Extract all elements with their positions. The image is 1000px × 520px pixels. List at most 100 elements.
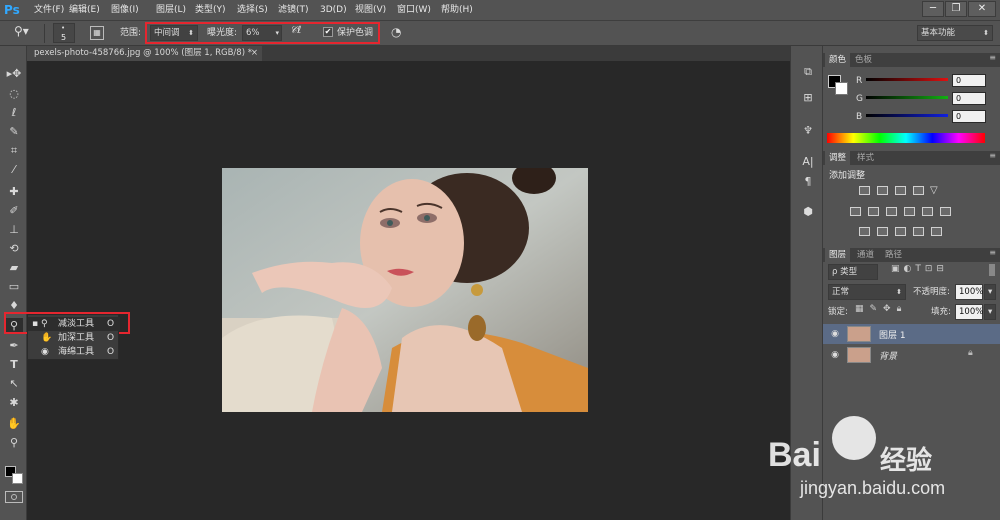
tab-paths[interactable]: 路径 <box>881 248 906 262</box>
tab-layers[interactable]: 图层 <box>825 248 851 262</box>
eye-icon[interactable]: ◉ <box>829 350 841 360</box>
airbrush-icon[interactable]: 𝒞ℓ <box>290 25 312 41</box>
tab-adjustments[interactable]: 调整 <box>825 151 851 165</box>
flyout-dodge-tool[interactable]: ▪ ⚲ 减淡工具 O <box>28 317 120 331</box>
zoom-tool-icon[interactable]: ⚲ <box>5 435 23 451</box>
vibrance-icon[interactable]: ▽ <box>930 185 938 196</box>
paragraph-panel-icon[interactable]: ¶ <box>799 174 817 190</box>
color-spectrum-ramp[interactable] <box>827 133 985 143</box>
eraser-tool-icon[interactable]: ▰ <box>5 260 23 276</box>
opacity-dropdown[interactable]: ▾ <box>984 284 996 300</box>
flyout-burn-tool[interactable]: ✋ 加深工具 O <box>28 331 120 345</box>
opacity-input[interactable]: 100% <box>955 284 983 300</box>
menu-image[interactable]: 图像(I) <box>111 0 139 20</box>
panel-menu-icon[interactable]: ≡ <box>989 53 996 62</box>
quick-selection-tool-icon[interactable]: ✎ <box>5 124 23 140</box>
channel-r-slider[interactable] <box>866 78 948 81</box>
range-select[interactable]: 中间调 ⬍ <box>150 25 198 41</box>
hand-tool-icon[interactable]: ✋ <box>5 416 23 432</box>
menu-window[interactable]: 窗口(W) <box>397 0 431 20</box>
menu-help[interactable]: 帮助(H) <box>441 0 473 20</box>
protect-tones-checkbox[interactable]: ✔ <box>323 27 333 37</box>
properties-panel-icon[interactable]: ⊞ <box>799 90 817 106</box>
move-tool-icon[interactable]: ▸✥ <box>5 66 23 82</box>
fill-dropdown[interactable]: ▾ <box>984 304 996 320</box>
flyout-sponge-tool[interactable]: ◉ 海绵工具 O <box>28 345 120 359</box>
type-tool-icon[interactable]: T <box>5 357 23 373</box>
document-tab[interactable]: pexels-photo-458766.jpg @ 100% (图层 1, RG… <box>26 46 262 61</box>
pen-tool-icon[interactable]: ✒ <box>5 338 23 354</box>
character-panel-icon[interactable]: A| <box>799 154 817 170</box>
channel-g-input[interactable]: 0 <box>952 92 986 105</box>
healing-brush-tool-icon[interactable]: ✚ <box>5 184 23 200</box>
black-white-icon[interactable] <box>886 207 897 216</box>
eyedropper-tool-icon[interactable]: ⁄ <box>5 162 23 178</box>
3d-panel-icon[interactable]: ⬢ <box>799 204 817 220</box>
exposure-adjust-icon[interactable] <box>913 186 924 195</box>
filter-toggle[interactable] <box>989 264 995 276</box>
close-tab-icon[interactable]: × <box>251 46 258 61</box>
path-selection-tool-icon[interactable]: ↖ <box>5 376 23 392</box>
curves-icon[interactable] <box>895 186 906 195</box>
tab-swatches[interactable]: 色板 <box>851 53 876 67</box>
channel-g-slider[interactable] <box>866 96 948 99</box>
menu-file[interactable]: 文件(F) <box>34 0 64 20</box>
color-background-swatch[interactable] <box>835 82 848 95</box>
menu-layer[interactable]: 图层(L) <box>156 0 186 20</box>
tab-color[interactable]: 颜色 <box>825 53 851 67</box>
channel-b-slider[interactable] <box>866 114 948 117</box>
levels-icon[interactable] <box>877 186 888 195</box>
eye-icon[interactable]: ◉ <box>829 329 841 339</box>
panel-menu-icon[interactable]: ≡ <box>989 248 996 257</box>
crop-tool-icon[interactable]: ⌗ <box>5 143 23 159</box>
gradient-map-icon[interactable] <box>931 227 942 236</box>
lock-icons[interactable]: ▦✎✥🔒︎ <box>855 304 907 314</box>
layer-row-background[interactable]: ◉ 背景 🔒︎ <box>823 345 1000 365</box>
clone-stamp-tool-icon[interactable]: ⊥ <box>5 222 23 238</box>
custom-shape-tool-icon[interactable]: ✱ <box>5 395 23 411</box>
history-panel-icon[interactable]: ⧉ <box>799 64 817 80</box>
channel-r-input[interactable]: 0 <box>952 74 986 87</box>
layer-filter-select[interactable]: ρ 类型 <box>828 264 878 280</box>
menu-edit[interactable]: 编辑(E) <box>69 0 100 20</box>
color-lookup-icon[interactable] <box>940 207 951 216</box>
menu-select[interactable]: 选择(S) <box>237 0 268 20</box>
background-color-swatch[interactable] <box>12 473 23 484</box>
hue-saturation-icon[interactable] <box>850 207 861 216</box>
workspace-switcher[interactable]: 基本功能 ⬍ <box>917 25 993 41</box>
document-canvas[interactable] <box>222 168 588 412</box>
color-balance-icon[interactable] <box>868 207 879 216</box>
blend-mode-select[interactable]: 正常 ⬍ <box>828 284 906 300</box>
quick-mask-icon[interactable] <box>5 491 23 503</box>
fill-input[interactable]: 100% <box>955 304 983 320</box>
restore-button[interactable]: ❐ <box>945 1 967 17</box>
menu-view[interactable]: 视图(V) <box>355 0 386 20</box>
layer-row-layer1[interactable]: ◉ 图层 1 <box>823 324 1000 344</box>
brush-panel-icon[interactable]: ♆ <box>799 123 817 139</box>
menu-type[interactable]: 类型(Y) <box>195 0 226 20</box>
layer-filter-icons[interactable]: ▣◐T⊡⊟ <box>891 264 948 274</box>
panel-menu-icon[interactable]: ≡ <box>989 151 996 160</box>
close-window-button[interactable]: ✕ <box>968 1 996 17</box>
brush-tool-icon[interactable]: ✐ <box>5 203 23 219</box>
exposure-input[interactable]: 6% ▾ <box>242 25 282 41</box>
gradient-tool-icon[interactable]: ▭ <box>5 279 23 295</box>
menu-3d[interactable]: 3D(D) <box>320 0 347 20</box>
brush-panel-toggle-icon[interactable]: ▦ <box>90 26 104 40</box>
invert-icon[interactable] <box>859 227 870 236</box>
tab-styles[interactable]: 样式 <box>853 151 878 165</box>
tab-channels[interactable]: 通道 <box>853 248 878 262</box>
channel-b-input[interactable]: 0 <box>952 110 986 123</box>
brush-preset-picker[interactable]: • 5 <box>53 23 75 43</box>
photo-filter-icon[interactable] <box>904 207 915 216</box>
posterize-icon[interactable] <box>877 227 888 236</box>
menu-filter[interactable]: 滤镜(T) <box>278 0 309 20</box>
dodge-tool-preset-icon[interactable]: ⚲▾ <box>14 24 36 42</box>
channel-mixer-icon[interactable] <box>922 207 933 216</box>
brightness-contrast-icon[interactable] <box>859 186 870 195</box>
history-brush-tool-icon[interactable]: ⟲ <box>5 241 23 257</box>
selective-color-icon[interactable] <box>913 227 924 236</box>
marquee-tool-icon[interactable]: ◌ <box>5 86 23 102</box>
threshold-icon[interactable] <box>895 227 906 236</box>
lasso-tool-icon[interactable]: ℓ <box>5 105 23 121</box>
